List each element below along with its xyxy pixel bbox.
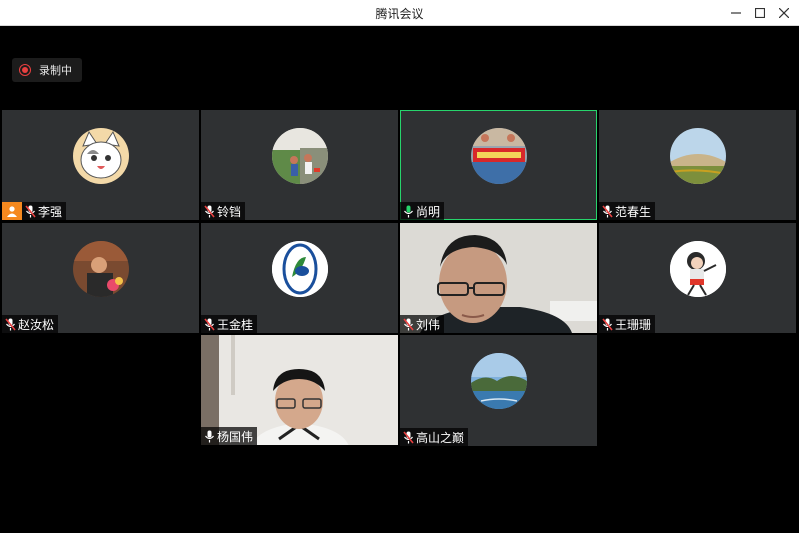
participant-nametag: 李强 bbox=[22, 202, 67, 220]
participant-name: 王珊珊 bbox=[615, 317, 652, 332]
participant-name: 杨国伟 bbox=[217, 429, 254, 444]
mic-muted-icon bbox=[403, 430, 414, 444]
participant-nametag: 杨国伟 bbox=[201, 427, 258, 445]
avatar-photo-outdoor bbox=[272, 128, 328, 184]
mic-muted-icon bbox=[25, 204, 36, 218]
recording-indicator[interactable]: 录制中 bbox=[12, 58, 82, 82]
participant-nametag: 王金桂 bbox=[201, 315, 258, 333]
avatar-photo-landscape bbox=[670, 128, 726, 184]
participant-tile[interactable]: 赵汝松 bbox=[2, 223, 199, 333]
mic-muted-icon bbox=[602, 204, 613, 218]
mic-muted-icon bbox=[403, 317, 414, 331]
participant-nametag: 范春生 bbox=[599, 202, 656, 220]
mic-on-icon bbox=[205, 430, 214, 442]
participant-tile[interactable]: 铃铛 bbox=[201, 110, 398, 220]
participant-name: 赵汝松 bbox=[18, 317, 55, 332]
participant-tile-video[interactable]: 刘伟 bbox=[400, 223, 597, 333]
title-bar: 腾讯会议 bbox=[0, 0, 799, 26]
participant-name: 刘伟 bbox=[416, 317, 441, 332]
avatar-photo-speaker bbox=[73, 241, 129, 297]
recording-label: 录制中 bbox=[39, 64, 72, 77]
participant-nametag: 铃铛 bbox=[201, 202, 246, 220]
mic-muted-icon bbox=[602, 317, 613, 331]
mic-on-icon bbox=[404, 205, 413, 217]
participant-tile[interactable]: 高山之巅 bbox=[400, 335, 597, 446]
participant-name: 李强 bbox=[38, 204, 63, 219]
avatar-photo-mountain-lake bbox=[471, 353, 527, 409]
mic-muted-icon bbox=[5, 317, 16, 331]
participant-name: 王金桂 bbox=[217, 317, 254, 332]
participant-nametag: 赵汝松 bbox=[2, 315, 59, 333]
participant-name: 范春生 bbox=[615, 204, 652, 219]
participant-nametag: 尚明 bbox=[400, 202, 445, 220]
participant-nametag: 刘伟 bbox=[400, 315, 445, 333]
host-badge-icon bbox=[2, 202, 22, 220]
participant-name: 尚明 bbox=[416, 204, 441, 219]
window-title: 腾讯会议 bbox=[375, 7, 424, 21]
participant-tile-active-speaker[interactable]: 尚明 bbox=[400, 110, 597, 220]
participant-name: 高山之巅 bbox=[416, 430, 465, 445]
video-stage: 录制中 李强 铃铛 尚明 范春生 赵汝松 王金桂 刘伟 王珊珊 杨国伟 高山之巅 bbox=[1, 26, 798, 532]
participant-tile[interactable]: 范春生 bbox=[599, 110, 796, 220]
mic-muted-icon bbox=[204, 317, 215, 331]
participant-nametag: 高山之巅 bbox=[400, 428, 469, 446]
record-icon bbox=[19, 64, 31, 76]
participant-tile-video[interactable]: 杨国伟 bbox=[201, 335, 398, 445]
avatar-cartoon-girl bbox=[670, 241, 726, 297]
avatar-cartoon-cat bbox=[73, 128, 129, 184]
participant-name: 铃铛 bbox=[217, 204, 242, 219]
close-icon[interactable] bbox=[769, 0, 799, 26]
participant-tile[interactable]: 王金桂 bbox=[201, 223, 398, 333]
avatar-photo-banner bbox=[471, 128, 527, 184]
avatar-logo-badge bbox=[272, 241, 328, 297]
participant-tile[interactable]: 李强 bbox=[2, 110, 199, 220]
participant-tile[interactable]: 王珊珊 bbox=[599, 223, 796, 333]
mic-muted-icon bbox=[204, 204, 215, 218]
participant-nametag: 王珊珊 bbox=[599, 315, 656, 333]
